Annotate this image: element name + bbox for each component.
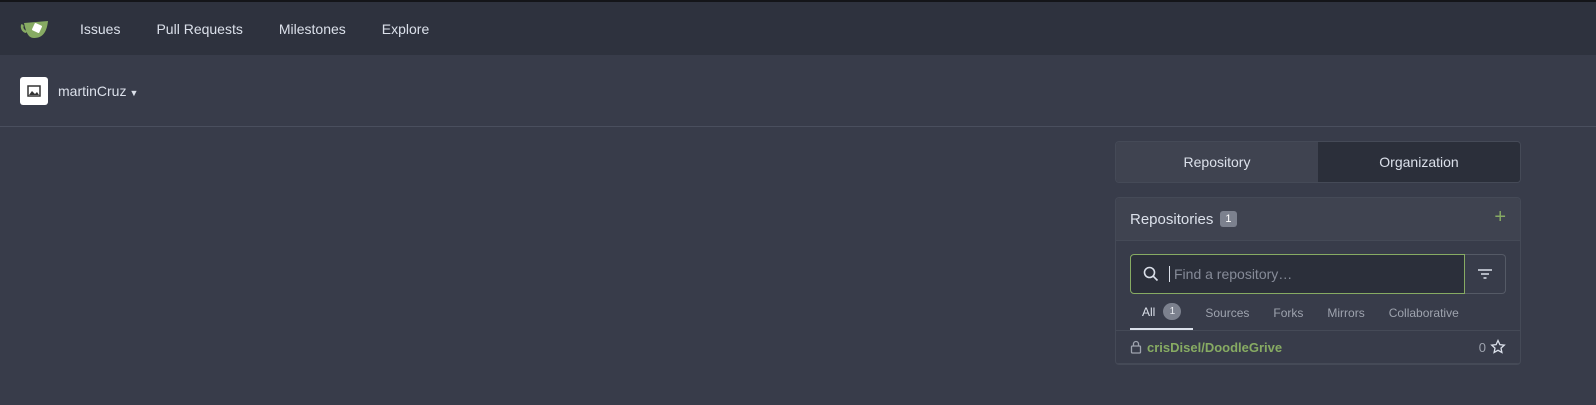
nav-milestones[interactable]: Milestones bbox=[279, 21, 346, 37]
avatar[interactable] bbox=[20, 76, 48, 105]
repo-count-badge: 1 bbox=[1220, 211, 1237, 227]
gitea-logo-icon[interactable] bbox=[20, 13, 52, 45]
dashboard-type-switcher: Repository Organization bbox=[1115, 141, 1521, 183]
repo-link[interactable]: crisDisel/DoodleGrive bbox=[1147, 340, 1282, 355]
add-repository-icon[interactable]: + bbox=[1494, 206, 1506, 229]
tab-forks[interactable]: Forks bbox=[1261, 306, 1315, 330]
context-user-name: martinCruz bbox=[58, 82, 127, 99]
tab-sources[interactable]: Sources bbox=[1193, 306, 1261, 330]
context-user-switcher[interactable]: martinCruz ▼ bbox=[58, 83, 138, 99]
tab-organization[interactable]: Organization bbox=[1318, 142, 1520, 182]
nav-explore[interactable]: Explore bbox=[382, 21, 429, 37]
filter-icon bbox=[1478, 269, 1492, 279]
panel-header: Repositories 1 + bbox=[1116, 198, 1520, 241]
chevron-down-icon: ▼ bbox=[129, 87, 139, 98]
star-count: 0 bbox=[1478, 339, 1486, 355]
dashboard-header: martinCruz ▼ bbox=[0, 55, 1596, 127]
tab-mirrors[interactable]: Mirrors bbox=[1315, 306, 1376, 330]
search-row bbox=[1130, 254, 1506, 294]
lock-icon bbox=[1130, 340, 1142, 354]
search-box bbox=[1130, 254, 1465, 294]
nav-issues[interactable]: Issues bbox=[80, 21, 120, 37]
repo-filter-tabs: All 1 Sources Forks Mirrors Collaborativ… bbox=[1116, 294, 1520, 331]
list-item: crisDisel/DoodleGrive 0 bbox=[1116, 331, 1520, 364]
tab-all-label: All bbox=[1142, 304, 1156, 319]
tab-repository[interactable]: Repository bbox=[1116, 142, 1318, 182]
repo-stars: 0 bbox=[1479, 339, 1506, 355]
repo-search-input[interactable] bbox=[1169, 266, 1449, 282]
panel-title: Repositories bbox=[1130, 210, 1214, 228]
tab-all[interactable]: All 1 bbox=[1130, 303, 1194, 330]
top-navbar: Issues Pull Requests Milestones Explore bbox=[0, 0, 1596, 55]
nav-pull-requests[interactable]: Pull Requests bbox=[156, 21, 242, 37]
search-icon bbox=[1143, 266, 1159, 282]
tab-collaborative[interactable]: Collaborative bbox=[1377, 306, 1471, 330]
filter-button[interactable] bbox=[1465, 254, 1506, 294]
repository-panel: Repositories 1 + All 1 Sources Forks Mir… bbox=[1115, 197, 1521, 365]
tab-all-count: 1 bbox=[1163, 303, 1182, 320]
star-icon bbox=[1490, 339, 1506, 354]
